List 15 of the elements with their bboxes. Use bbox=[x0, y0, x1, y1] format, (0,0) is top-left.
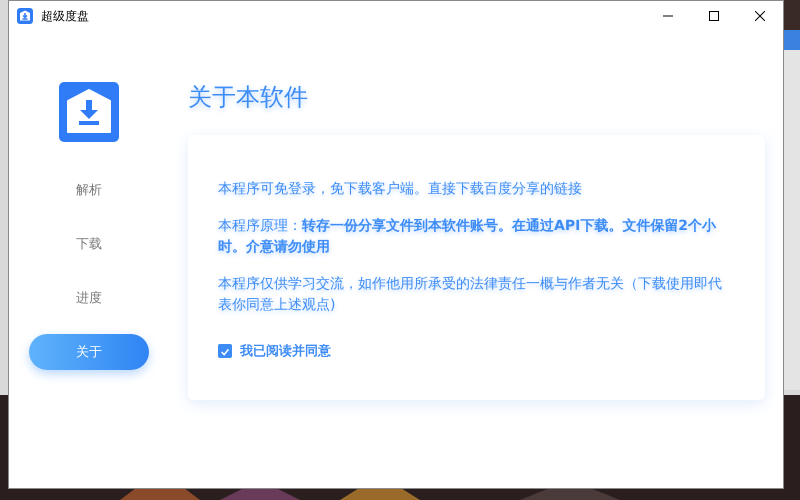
checkbox-label: 我已阅读并同意 bbox=[240, 342, 331, 360]
checkbox[interactable] bbox=[218, 344, 232, 358]
info-paragraph: 本程序仅供学习交流，如作他用所承受的法律责任一概与作者无关（下载使用即代表你同意上述观点) bbox=[218, 275, 723, 315]
download-icon bbox=[59, 82, 119, 142]
page-heading: 关于本软件 bbox=[188, 82, 309, 113]
window-title: 超级度盘 bbox=[41, 8, 89, 24]
nav-tab[interactable]: 下载 bbox=[29, 226, 149, 262]
info-paragraph: 本程序可免登录，免下载客户端。直接下载百度分享的链接 bbox=[218, 180, 583, 199]
nav-tab[interactable]: 解析 bbox=[29, 172, 149, 208]
info-paragraph: 本程序原理：转存一份分享文件到本软件账号。在通过API下载。文件保留2个小时。介意请勿使用 bbox=[218, 216, 718, 257]
maximize-icon bbox=[709, 11, 719, 21]
nav-tab[interactable]: 关于 bbox=[29, 334, 149, 370]
close-icon bbox=[755, 11, 765, 21]
download-icon bbox=[17, 8, 33, 24]
nav-tab[interactable]: 进度 bbox=[29, 280, 149, 316]
